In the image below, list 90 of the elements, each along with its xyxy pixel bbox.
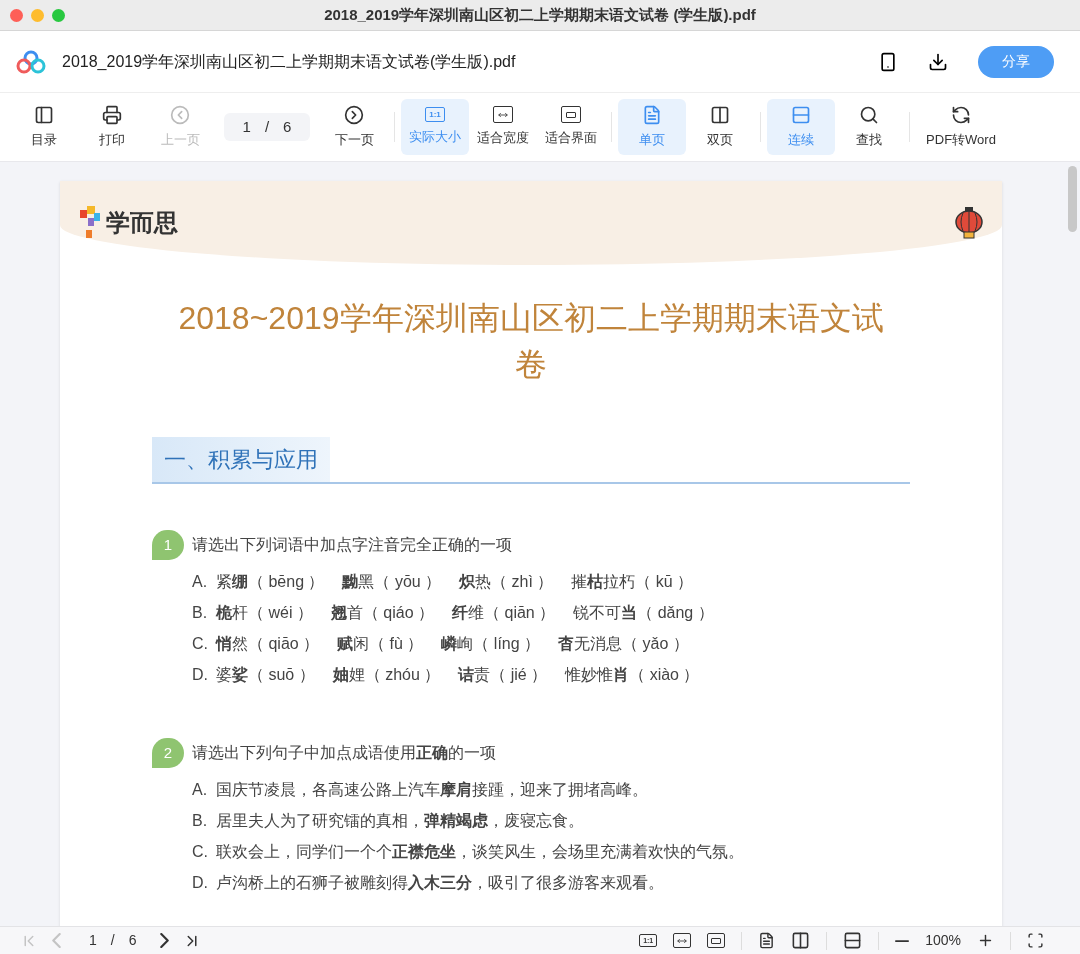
previous-icon xyxy=(170,104,190,125)
app-logo-icon xyxy=(16,49,46,74)
option-letter: A. xyxy=(192,571,209,592)
phone-button[interactable] xyxy=(878,51,898,72)
next-icon xyxy=(344,104,364,125)
section-heading: 一、积累与应用 xyxy=(152,437,330,482)
option-letter: D. xyxy=(192,872,209,893)
printer-icon xyxy=(102,104,122,125)
toolbar-button[interactable]: 适合界面 xyxy=(537,99,605,155)
zoom-level: 100% xyxy=(925,931,961,950)
double-page-icon xyxy=(791,931,811,950)
fit-screen-button[interactable] xyxy=(707,933,726,948)
option-term: 惟妙惟肖（ xiào ） xyxy=(565,664,700,685)
option-letter: B. xyxy=(192,602,209,623)
current-page: 1 xyxy=(242,116,251,137)
question-prompt: 请选出下列词语中加点字注音完全正确的一项 xyxy=(192,535,512,555)
option-term: 紧绷（ bēng ） xyxy=(216,571,325,592)
option-term: 悄然（ qiāo ） xyxy=(216,633,320,654)
file-name: 2018_2019学年深圳南山区初二上学期期末语文试卷(学生版).pdf xyxy=(62,51,516,72)
option-text: 国庆节凌晨，各高速公路上汽车摩肩接踵，迎来了拥堵高峰。 xyxy=(216,779,648,800)
current-page: 1 xyxy=(89,931,97,950)
page-separator: / xyxy=(264,116,270,137)
search-icon xyxy=(859,104,879,125)
total-pages: 6 xyxy=(128,931,137,950)
toolbar-button[interactable]: 目录 xyxy=(10,99,78,155)
continuous-icon xyxy=(791,104,811,125)
option-letter: C. xyxy=(192,841,209,862)
option-term: 杳无消息（ yǎo ） xyxy=(558,633,689,654)
minus-icon xyxy=(895,938,910,943)
option-term: 摧枯拉朽（ kū ） xyxy=(571,571,694,592)
previous-page-icon xyxy=(52,933,61,948)
toolbar-button[interactable]: 适合宽度 xyxy=(469,99,537,155)
option-text: 居里夫人为了研究镭的真相，弹精竭虑，废寝忘食。 xyxy=(216,810,584,831)
option-letter: B. xyxy=(192,810,209,831)
single-page-button[interactable] xyxy=(758,932,776,949)
fit-width-button[interactable] xyxy=(673,933,692,948)
continuous-button[interactable] xyxy=(843,931,863,950)
convert-icon xyxy=(951,104,971,125)
continuous-icon xyxy=(843,931,863,950)
option-term: 炽热（ zhì ） xyxy=(459,571,554,592)
option-term: 黝黑（ yōu ） xyxy=(342,571,442,592)
option-letter: D. xyxy=(192,664,209,685)
total-pages: 6 xyxy=(283,116,292,137)
option-text: 联欢会上，同学们一个个正襟危坐，谈笑风生，会场里充满着欢快的气氛。 xyxy=(216,841,744,862)
zoom-in-button[interactable] xyxy=(977,932,994,949)
toolbar-button[interactable]: PDF转Word xyxy=(916,99,1006,155)
double-page-icon xyxy=(710,104,730,125)
scrollbar-thumb[interactable] xyxy=(1068,166,1077,232)
option-term: 赋闲（ fù ） xyxy=(337,633,424,654)
actual-size-icon: 1:1 xyxy=(425,107,445,123)
single-page-icon xyxy=(758,932,776,949)
question-prompt: 请选出下列句子中加点成语使用正确的一项 xyxy=(192,743,496,763)
option-letter: C. xyxy=(192,633,209,654)
option-text: 卢沟桥上的石狮子被雕刻得入木三分，吸引了很多游客来观看。 xyxy=(216,872,664,893)
double-page-button[interactable] xyxy=(791,931,811,950)
fit-screen-icon xyxy=(707,933,726,948)
option-term: 锐不可当（ dǎng ） xyxy=(573,602,714,623)
download-button[interactable] xyxy=(928,51,948,72)
logo-text: 学而思 xyxy=(106,208,178,238)
toolbar-button[interactable]: 打印 xyxy=(78,99,146,155)
close-button[interactable] xyxy=(10,8,23,22)
option-term: 翘首（ qiáo ） xyxy=(330,602,435,623)
option-term: 妯娌（ zhóu ） xyxy=(332,664,441,685)
page-indicator[interactable]: 1 / 6 xyxy=(224,113,310,141)
toolbar-button[interactable]: 查找 xyxy=(835,99,903,155)
option-letter: A. xyxy=(192,779,209,800)
fit-width-icon xyxy=(493,106,513,124)
sidebar-icon xyxy=(34,104,54,125)
single-page-icon xyxy=(642,104,662,125)
lantern-icon xyxy=(954,206,984,240)
option-term: 婆娑（ suō ） xyxy=(216,664,315,685)
option-term: 纤维（ qiān ） xyxy=(452,602,556,623)
next-page-button[interactable] xyxy=(160,933,170,948)
toolbar-button[interactable]: 下一页 xyxy=(320,99,388,155)
document-title: 2018~2019学年深圳南山区初二上学期期末语文试卷 xyxy=(177,299,885,384)
window-title: 2018_2019学年深圳南山区初二上学期期末语文试卷 (学生版).pdf xyxy=(324,4,756,25)
fit-width-icon xyxy=(673,933,692,948)
toolbar-button[interactable]: 双页 xyxy=(686,99,754,155)
option-term: 桅杆（ wéi ） xyxy=(216,602,313,623)
fullscreen-button[interactable] xyxy=(1027,932,1044,949)
fullscreen-icon xyxy=(1027,932,1044,949)
option-term: 诘责（ jié ） xyxy=(458,664,548,685)
next-page-icon xyxy=(160,933,170,948)
option-term: 嶙峋（ líng ） xyxy=(441,633,541,654)
fit-screen-icon xyxy=(561,106,581,124)
question-number: 2 xyxy=(152,738,184,768)
question-number: 1 xyxy=(152,530,184,560)
page-separator: / xyxy=(110,931,115,950)
zoom-out-button[interactable] xyxy=(895,938,910,943)
plus-icon xyxy=(977,932,994,949)
